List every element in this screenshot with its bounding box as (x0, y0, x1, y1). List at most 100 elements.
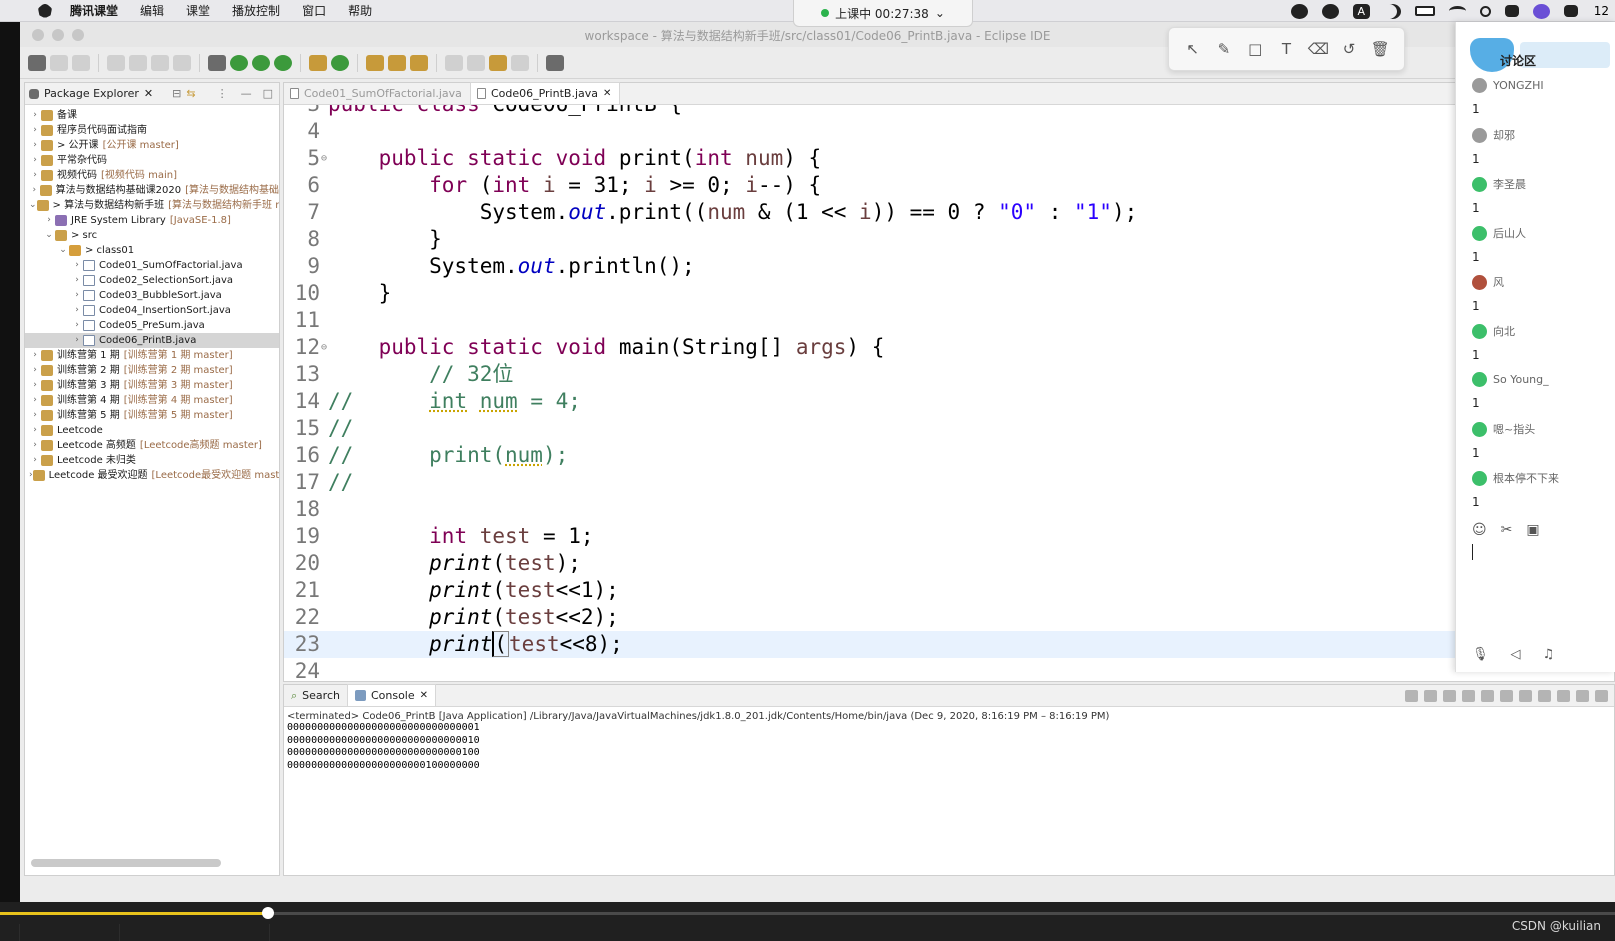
tree-item[interactable]: › Code01_SumOfFactorial.java (25, 258, 279, 273)
tree-item[interactable]: ⌄ > class01 (25, 243, 279, 258)
tree-item[interactable]: › Leetcode 最受欢迎题 [Leetcode最受欢迎题 mast (25, 468, 279, 483)
chevron-right-icon[interactable]: › (71, 288, 83, 303)
tree-item[interactable]: › 备课 (25, 108, 279, 123)
tree-item[interactable]: › 平常杂代码 (25, 153, 279, 168)
open-folder-icon[interactable] (388, 54, 406, 71)
chevron-down-icon[interactable]: ⌄ (57, 243, 69, 258)
avatar[interactable] (1472, 176, 1487, 192)
player-segment[interactable] (0, 924, 20, 941)
display-console-icon[interactable] (1538, 690, 1551, 702)
menu-app-name[interactable]: 腾讯课堂 (70, 2, 118, 19)
chevron-right-icon[interactable]: › (29, 123, 41, 138)
avatar[interactable] (1472, 421, 1487, 437)
player-segment[interactable] (120, 924, 270, 941)
chevron-right-icon[interactable]: › (29, 453, 41, 468)
chevron-down-icon[interactable]: ⌄ (43, 228, 55, 243)
toolbar-item-icon[interactable] (151, 54, 169, 71)
external-tools-icon[interactable] (274, 54, 292, 71)
wechat-tray-icon[interactable] (1321, 3, 1339, 19)
battery-icon[interactable] (1414, 6, 1435, 16)
tree-item[interactable]: › Leetcode 高频题 [Leetcode高频题 master] (25, 438, 279, 453)
collapse-all-icon[interactable]: ⊟ (172, 87, 181, 100)
pen-icon[interactable] (410, 54, 428, 71)
open-type-icon[interactable] (366, 54, 384, 71)
chevron-down-icon[interactable]: ⌄ (29, 198, 37, 213)
maximize-view-icon[interactable] (1595, 690, 1608, 702)
chevron-right-icon[interactable]: › (29, 168, 41, 183)
toolbar-item-icon[interactable] (107, 54, 125, 71)
tree-item[interactable]: › Code02_SelectionSort.java (25, 273, 279, 288)
menu-edit[interactable]: 编辑 (140, 2, 164, 19)
tree-item[interactable]: › JRE System Library [JavaSE-1.8] (25, 213, 279, 228)
avatar[interactable] (1472, 323, 1487, 339)
avatar[interactable] (1472, 274, 1487, 290)
spotlight-search-icon[interactable] (1479, 5, 1491, 17)
close-icon[interactable]: ✕ (603, 83, 611, 104)
remove-all-icon[interactable] (1443, 690, 1456, 702)
pin-editor-icon[interactable] (546, 54, 564, 71)
pen-icon[interactable]: ✎ (1214, 40, 1234, 58)
toolbar-item-icon[interactable] (129, 54, 147, 71)
tree-item[interactable]: › 训练营第 4 期 [训练营第 4 期 master] (25, 393, 279, 408)
debug-icon[interactable] (208, 54, 226, 71)
chevron-right-icon[interactable]: › (29, 153, 41, 168)
tree-item[interactable]: › 程序员代码面试指南 (25, 123, 279, 138)
tab-code06[interactable]: Code06_PrintB.java ✕ (469, 82, 621, 104)
microphone-icon[interactable]: 🎙 (1472, 647, 1489, 662)
avatar[interactable] (1472, 470, 1487, 486)
app-tray-icon[interactable] (1290, 3, 1308, 19)
tree-item[interactable]: ⌄ > 算法与数据结构新手班 [算法与数据结构新手班 r (25, 198, 279, 213)
package-explorer-tab[interactable]: Package Explorer ✕ ⊟ ⇆ ⋮ — □ (25, 83, 279, 105)
pin-console-icon[interactable] (1519, 690, 1532, 702)
new-icon[interactable] (28, 54, 46, 71)
player-segment[interactable] (20, 924, 120, 941)
eraser-icon[interactable]: ⌫ (1308, 40, 1329, 58)
text-icon[interactable]: T (1276, 40, 1296, 58)
chevron-right-icon[interactable]: › (29, 423, 41, 438)
recording-status[interactable]: 上课中 00:27:38 ⌄ (793, 0, 973, 27)
chevron-right-icon[interactable]: › (29, 438, 41, 453)
save-icon[interactable] (50, 54, 68, 71)
clock[interactable]: 12 (1594, 4, 1609, 18)
coverage-icon[interactable] (252, 54, 270, 71)
tree-item[interactable]: › 训练营第 5 期 [训练营第 5 期 master] (25, 408, 279, 423)
chevron-right-icon[interactable]: › (71, 318, 83, 333)
progress-knob[interactable] (262, 907, 275, 919)
shape-icon[interactable]: □ (1245, 40, 1265, 58)
input-source-icon[interactable]: A (1352, 3, 1370, 19)
tree-item[interactable]: › 训练营第 3 期 [训练营第 3 期 master] (25, 378, 279, 393)
scissors-icon[interactable]: ✂ (1501, 522, 1513, 538)
save-all-icon[interactable] (72, 54, 90, 71)
close-icon[interactable]: ✕ (144, 87, 153, 100)
back-icon[interactable] (489, 54, 507, 71)
avatar[interactable] (1472, 127, 1487, 143)
view-menu-icon[interactable]: ⋮ (217, 87, 228, 100)
chevron-right-icon[interactable]: › (29, 138, 41, 153)
avatar[interactable] (1472, 225, 1487, 241)
chevron-right-icon[interactable]: › (71, 333, 83, 348)
tree-item[interactable]: › Leetcode (25, 423, 279, 438)
tree-item[interactable]: › 算法与数据结构基础课2020 [算法与数据结构基础 (25, 183, 279, 198)
remove-launch-icon[interactable] (1424, 690, 1437, 702)
tree-item[interactable]: › 训练营第 2 期 [训练营第 2 期 master] (25, 363, 279, 378)
chevron-right-icon[interactable]: › (71, 258, 83, 273)
scroll-lock-icon[interactable] (1481, 690, 1494, 702)
tree-item[interactable]: › Code04_InsertionSort.java (25, 303, 279, 318)
avatar[interactable] (1472, 372, 1487, 387)
maximize-view-icon[interactable]: □ (263, 87, 273, 100)
tab-console[interactable]: Console ✕ (346, 684, 437, 706)
tree-item[interactable]: › Code06_PrintB.java (25, 333, 279, 348)
music-icon[interactable]: ♫ (1543, 647, 1555, 662)
tab-code01[interactable]: Code01_SumOfFactorial.java (284, 82, 470, 104)
run-icon[interactable] (230, 54, 248, 71)
menu-playback[interactable]: 播放控制 (232, 2, 280, 19)
tree-item[interactable]: › 训练营第 1 期 [训练营第 1 期 master] (25, 348, 279, 363)
terminate-icon[interactable] (1405, 690, 1418, 702)
siri-icon[interactable] (1532, 3, 1550, 19)
clear-console-icon[interactable] (1462, 690, 1475, 702)
forward-icon[interactable] (511, 54, 529, 71)
chevron-right-icon[interactable]: › (29, 108, 41, 123)
image-icon[interactable]: ▣ (1526, 522, 1539, 538)
chevron-right-icon[interactable]: › (71, 273, 83, 288)
link-editor-icon[interactable]: ⇆ (186, 87, 195, 100)
